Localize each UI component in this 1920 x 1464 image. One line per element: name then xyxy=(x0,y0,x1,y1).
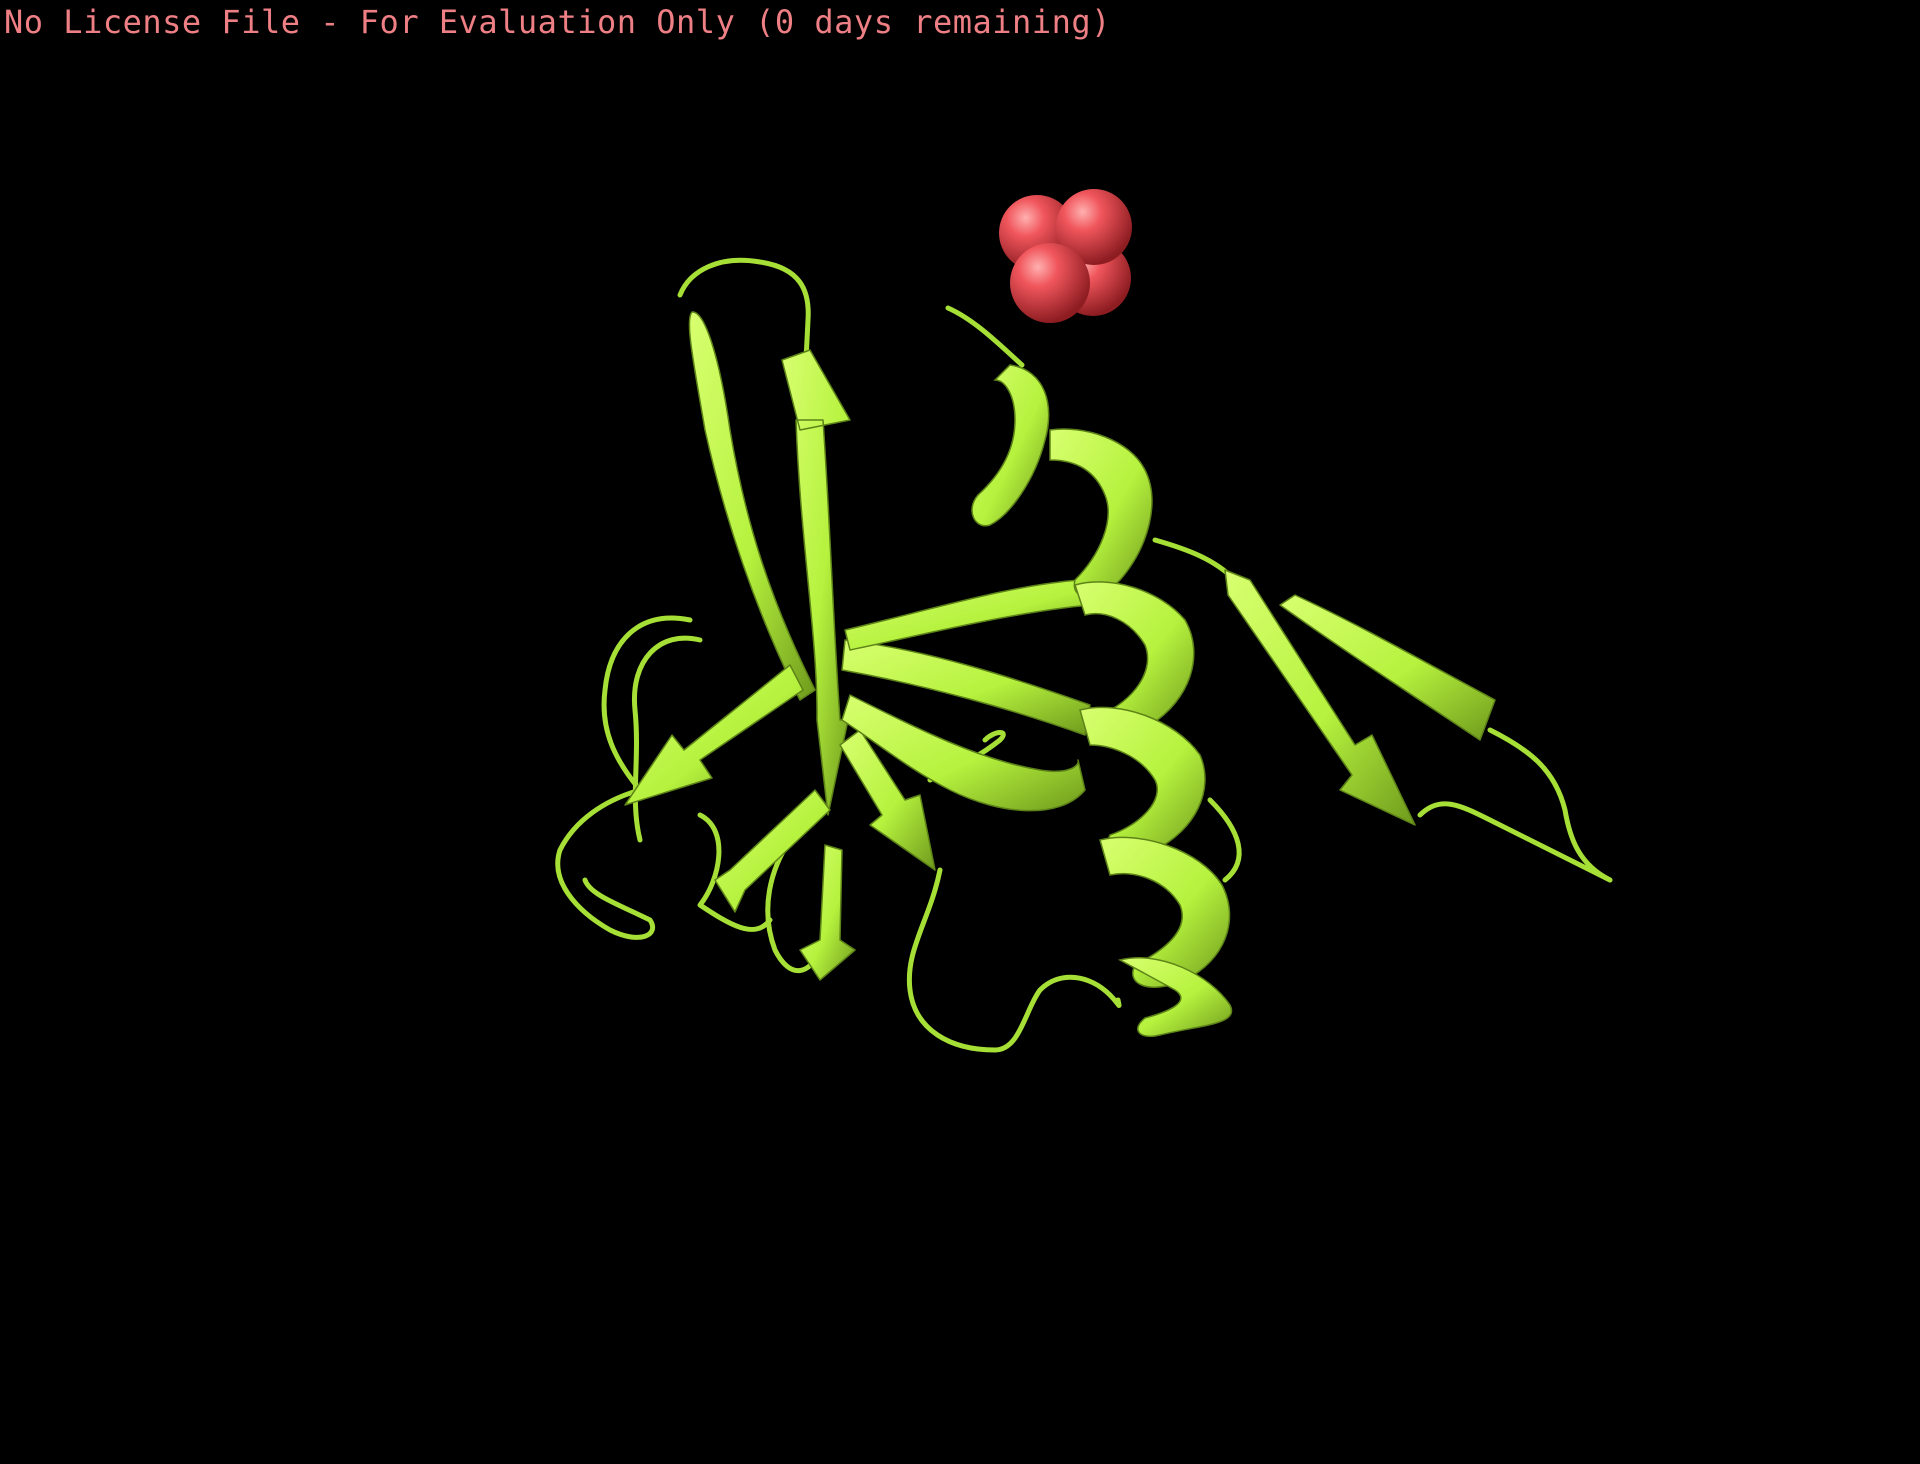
coil-right-tail xyxy=(1487,727,1613,883)
coil-bottom-long xyxy=(906,867,1122,1053)
beta-strand-bottom-center xyxy=(799,844,856,981)
molecular-viewer-canvas[interactable]: No License File - For Evaluation Only (0… xyxy=(0,0,1920,1464)
beta-strand-bottom-left xyxy=(714,789,831,913)
coil-right-bottom xyxy=(1417,801,1613,883)
helix-turn-6 xyxy=(1117,957,1233,1037)
protein-structure-render[interactable] xyxy=(0,0,1920,1464)
coil-left-inner xyxy=(631,635,703,843)
coil-helix-right xyxy=(1207,797,1242,883)
coil-n-terminus xyxy=(945,305,1025,368)
beta-sheet xyxy=(624,311,1496,981)
helix-turn-1 xyxy=(971,364,1050,527)
coil-right-connector xyxy=(1152,537,1238,583)
oxygen-atom xyxy=(1010,243,1090,323)
helix-turn-2 xyxy=(1049,428,1153,598)
beta-strand-top-horizontal xyxy=(844,579,1091,651)
helix-turn-4 xyxy=(1079,706,1206,858)
phosphate-ligand xyxy=(999,189,1132,323)
beta-strand-diagonal-left xyxy=(624,664,804,806)
